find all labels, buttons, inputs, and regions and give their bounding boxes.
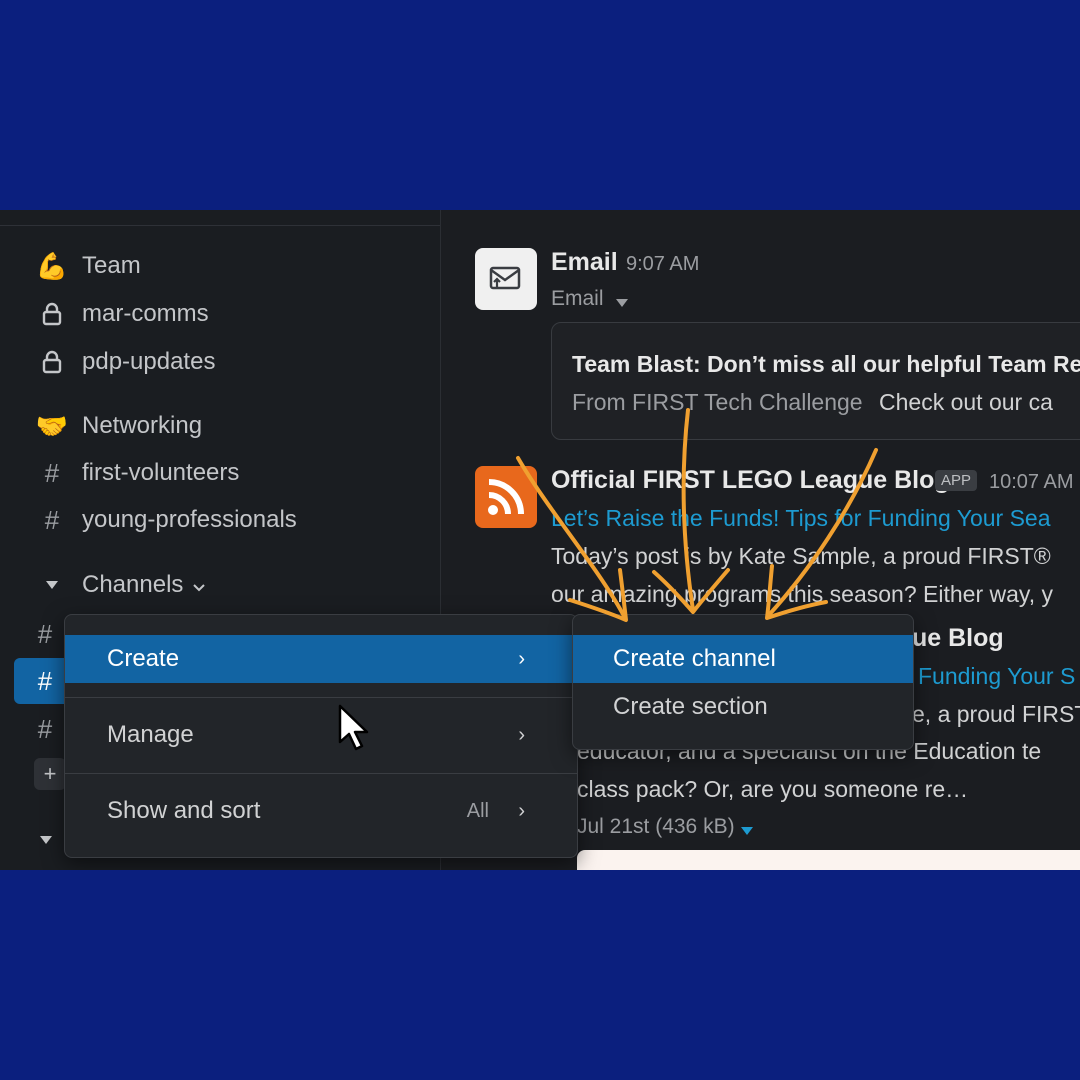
screenshot: 💪 Team mar-comms pdp-updates 🤝 Networkin… <box>0 210 1080 870</box>
annotation-arrow <box>766 448 878 618</box>
annotation-arrow <box>681 408 695 612</box>
annotation-arrow <box>516 456 627 620</box>
mouse-cursor-icon <box>338 704 370 757</box>
annotation-arrows <box>516 408 878 622</box>
